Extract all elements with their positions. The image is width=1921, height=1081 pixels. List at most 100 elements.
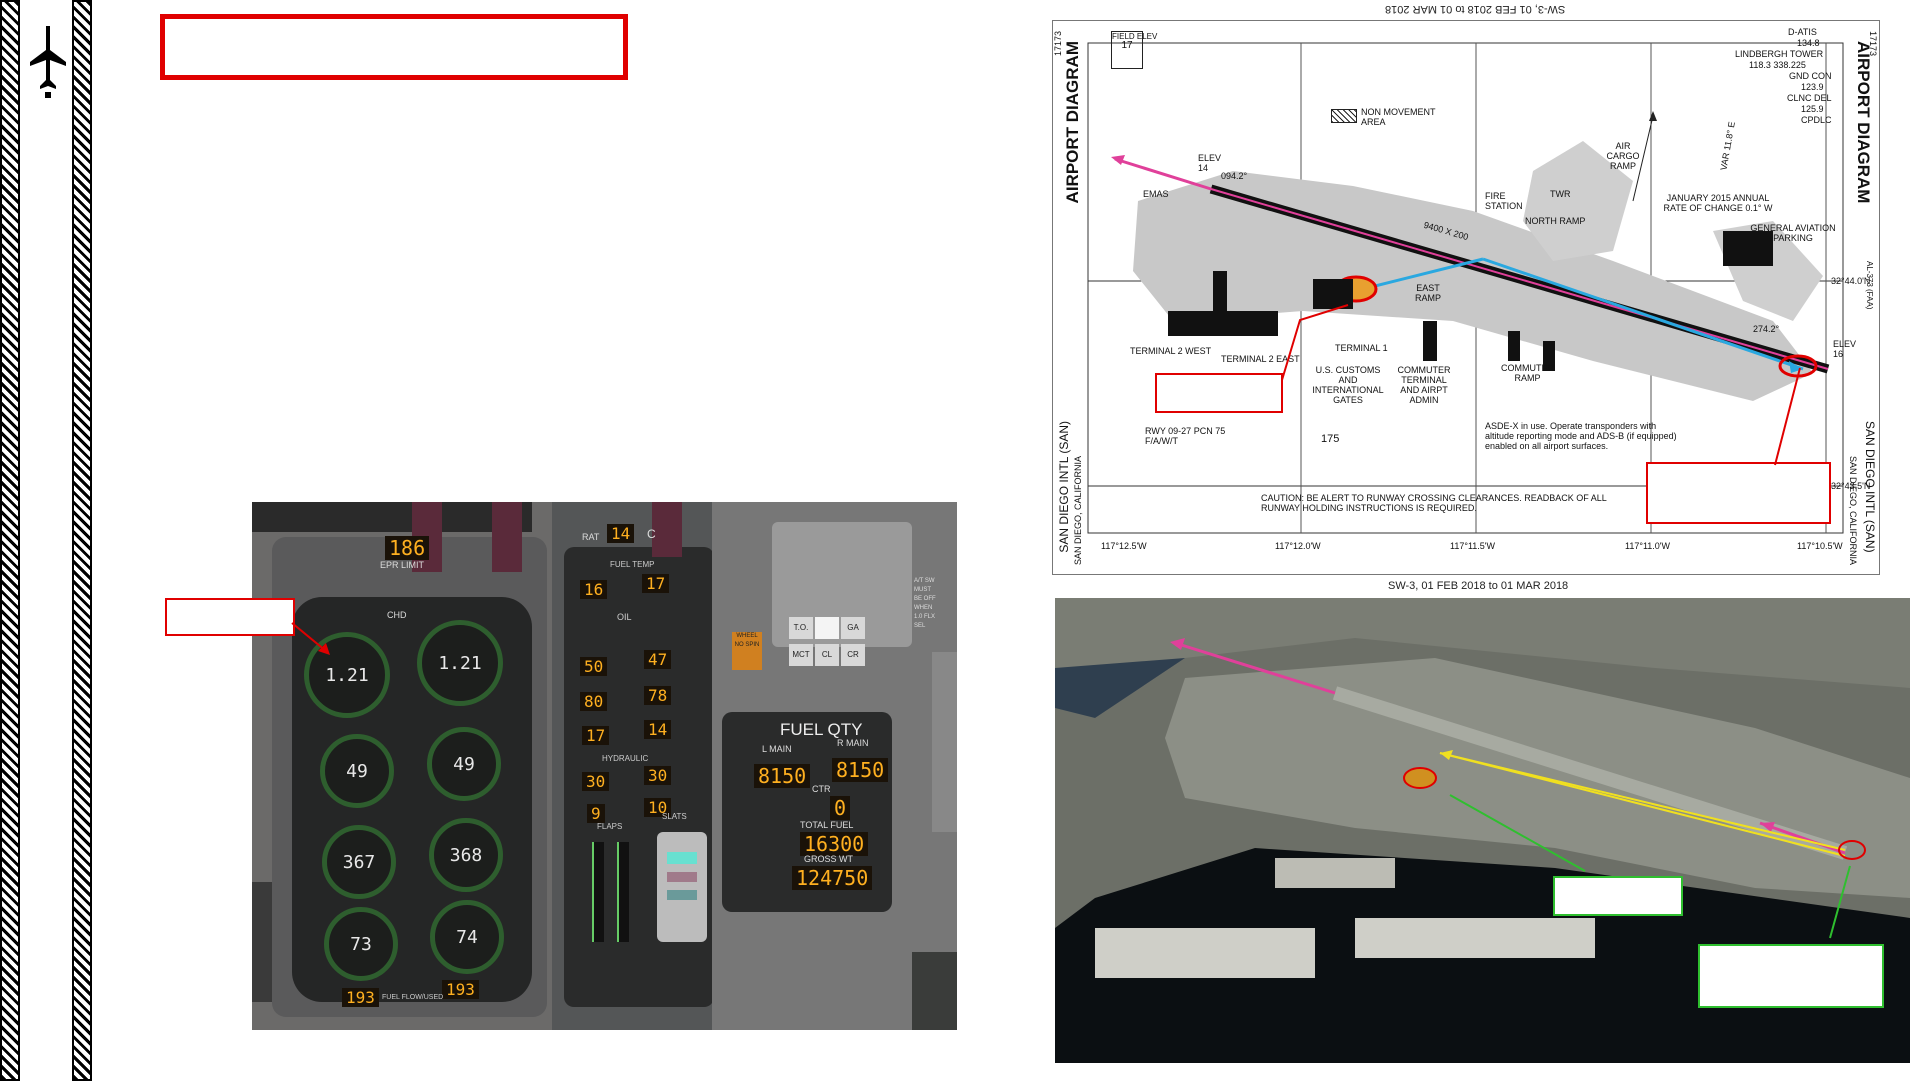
gross-wt-readout: 124750 [792, 866, 873, 890]
fuel-temp-right: 17 [642, 574, 670, 593]
diagram-callout-arrow-1-icon [1281, 304, 1349, 381]
hdg-094: 094.2° [1221, 171, 1248, 181]
r-main-label: R MAIN [837, 738, 869, 748]
cl-button[interactable]: CL [815, 644, 839, 666]
ctr-readout: 0 [830, 796, 851, 820]
lon-3: 117°11.5'W [1450, 541, 1496, 551]
elev-14: ELEV 14 [1198, 153, 1222, 173]
fuel-flow-right-readout: 193 [442, 980, 479, 999]
ga-parking-label: GENERAL AVIATION PARKING [1750, 223, 1836, 243]
chart-number-right: 17173 [1868, 31, 1878, 57]
callout-arrow-icon [291, 622, 330, 655]
title-left: AIRPORT DIAGRAM [1063, 41, 1082, 204]
chart-top-caption: SW-3, 01 FEB 2018 to 01 MAR 2018 [1385, 3, 1566, 15]
wheel-no-spin-light: WHEEL NO SPIN [732, 632, 762, 670]
north-ramp-label: NORTH RAMP [1525, 216, 1586, 226]
flaps-label: FLAPS [597, 822, 623, 831]
hyd-qty-left: 9 [587, 804, 605, 823]
east-ramp-label: EAST RAMP [1414, 283, 1441, 303]
elev-16: ELEV 16 [1833, 339, 1857, 359]
ga-button[interactable]: GA [841, 617, 865, 639]
field-elev-label: FIELD ELEV [1112, 32, 1158, 41]
diagram-callout-arrow-2-icon [1774, 367, 1801, 466]
n1-gauge-right: 49 [427, 727, 501, 801]
fuel-flow-left-readout: 193 [342, 988, 379, 1007]
slats-label: SLATS [662, 812, 687, 821]
satellite-callout-box-1 [1553, 876, 1683, 916]
hyd-press-left: 30 [582, 772, 610, 791]
side-right2: SAN DIEGO, CALIFORNIA [1848, 456, 1858, 566]
freq-clnc-val: 125.9 [1801, 104, 1824, 114]
annual-change-note: JANUARY 2015 ANNUAL RATE OF CHANGE 0.1° … [1663, 193, 1773, 213]
wheel-label: WHEEL NO SPIN [734, 633, 760, 648]
fuel-qty-title: FUEL QTY [780, 720, 863, 739]
l-main-label: L MAIN [762, 744, 792, 754]
field-elev-box: FIELD ELEV 17 [1111, 31, 1157, 69]
oil-qty-right: 14 [644, 720, 672, 739]
field-elev-value: 17 [1121, 40, 1133, 51]
n1-gauge-left: 49 [320, 734, 394, 808]
oil-qty-left: 17 [582, 726, 610, 745]
n2-gauge-left: 73 [324, 907, 398, 981]
to-active-light [815, 617, 839, 639]
egt-gauge-right: 368 [429, 818, 503, 892]
n2-gauge-right: 74 [430, 900, 504, 974]
twr-label: TWR [1550, 189, 1571, 199]
diagram-callout-box-2 [1646, 462, 1831, 524]
title-highlight-box [160, 14, 628, 80]
lon-1: 117°12.5'W [1101, 541, 1147, 551]
commuter-ramp-label: COMMUTER RAMP [1501, 363, 1554, 383]
alt-175: 175 [1321, 433, 1340, 445]
freq-datis-val: 134.8 [1797, 38, 1820, 48]
egt-gauge-left: 367 [322, 825, 396, 899]
al-note: AL-373 (FAA) [1865, 261, 1874, 310]
fuel-temp-left: 16 [580, 580, 608, 599]
cr-button[interactable]: CR [841, 644, 865, 666]
non-movement-hatch-icon [1331, 109, 1357, 123]
satellite-callout-box-2 [1698, 944, 1884, 1008]
non-movement-label: NON MOVEMENT AREA [1361, 107, 1436, 127]
ctr-label: CTR [812, 784, 831, 794]
asde-note: ASDE-X in use. Operate transponders with… [1485, 421, 1677, 451]
freq-gnd: GND CON [1789, 71, 1832, 81]
hydraulic-label: HYDRAULIC [602, 754, 649, 763]
l-main-readout: 8150 [754, 764, 811, 788]
total-fuel-readout: 16300 [800, 832, 869, 856]
diagram-callout-box-1 [1155, 373, 1283, 413]
mct-button[interactable]: MCT [789, 644, 813, 666]
to-button[interactable]: T.O. [789, 617, 813, 639]
oil-press-right: 47 [644, 650, 672, 669]
oil-temp-right: 78 [644, 686, 672, 705]
total-fuel-label: TOTAL FUEL [800, 820, 854, 830]
freq-gnd-val: 123.9 [1801, 82, 1824, 92]
emas-label: EMAS [1143, 189, 1169, 199]
slats-indicator [617, 842, 629, 942]
rwy-info: RWY 09-27 PCN 75 F/A/W/T [1145, 426, 1226, 446]
side-left: SAN DIEGO INTL (SAN) [1057, 421, 1071, 553]
fuel-temp-label: FUEL TEMP [610, 560, 655, 569]
rat-readout: 14 [607, 524, 635, 543]
satellite-caption: SW-3, 01 FEB 2018 to 01 MAR 2018 [1388, 580, 1569, 592]
fire-station-label: FIRE STATION [1485, 191, 1523, 211]
oil-temp-left: 80 [580, 692, 608, 711]
epr-gauge-right: 1.21 [417, 620, 503, 706]
freq-cpdlc: CPDLC [1801, 115, 1832, 125]
chd-label: CHD [387, 610, 407, 620]
sidebar-stripe-right [72, 0, 92, 1081]
freq-tower-val: 118.3 338.225 [1749, 60, 1806, 70]
oil-label: OIL [617, 612, 632, 622]
fuel-flow-label: FUEL FLOW/USED [382, 994, 444, 1001]
at-warning-placard: A/T SW MUST BE OFF WHEN 1.0 FLX SEL [914, 578, 936, 629]
epr-limit-label: EPR LIMIT [380, 560, 425, 570]
air-cargo-label: AIR CARGO RAMP [1606, 141, 1640, 171]
freq-tower: LINDBERGH TOWER [1735, 49, 1824, 59]
flaps-indicator [592, 842, 604, 942]
airplane-icon [28, 22, 68, 102]
rat-unit: C [647, 527, 656, 541]
cockpit-callout-box [165, 598, 295, 636]
epr-limit-readout: 186 [385, 536, 430, 560]
oil-press-left: 50 [580, 657, 608, 676]
r-main-readout: 8150 [832, 758, 889, 782]
title-right: AIRPORT DIAGRAM [1854, 41, 1873, 204]
chart-number-left: 17173 [1053, 31, 1063, 57]
